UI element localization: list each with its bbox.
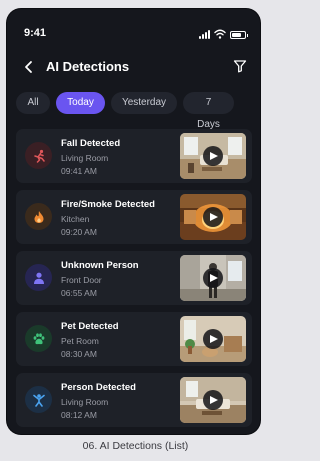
person-icon	[25, 264, 52, 291]
detection-time: 09:41 AM	[61, 166, 97, 176]
detection-room: Living Room	[61, 153, 109, 163]
detection-title: Fire/Smoke Detected	[61, 199, 155, 210]
video-thumbnail[interactable]	[180, 316, 246, 362]
header: AI Detections	[7, 56, 260, 78]
detection-time: 08:30 AM	[61, 349, 97, 359]
detection-title: Pet Detected	[61, 321, 119, 332]
person-arms-up-icon	[25, 386, 52, 413]
tab-today[interactable]: Today	[56, 92, 105, 114]
detection-time: 08:12 AM	[61, 410, 97, 420]
play-icon[interactable]	[203, 146, 223, 166]
detection-room: Front Door	[61, 275, 102, 285]
tab-yesterday[interactable]: Yesterday	[111, 92, 177, 114]
date-filter-tabs: All Today Yesterday 7 Days	[16, 92, 234, 130]
status-time: 9:41	[24, 27, 47, 39]
detection-room: Kitchen	[61, 214, 90, 224]
detection-card[interactable]: Unknown Person Front Door 06:55 AM	[16, 251, 252, 305]
paw-icon	[25, 325, 52, 352]
detection-time: 06:55 AM	[61, 288, 97, 298]
play-icon[interactable]	[203, 207, 223, 227]
detection-card[interactable]: Fire/Smoke Detected Kitchen 09:20 AM	[16, 190, 252, 244]
play-icon[interactable]	[203, 268, 223, 288]
video-thumbnail[interactable]	[180, 255, 246, 301]
screen-caption: 06. AI Detections (List)	[82, 440, 189, 452]
detection-title: Person Detected	[61, 382, 136, 393]
detection-time: 09:20 AM	[61, 227, 97, 237]
flame-icon	[25, 203, 52, 230]
tab-7-days[interactable]: 7 Days	[183, 92, 234, 130]
detection-title: Fall Detected	[61, 138, 121, 149]
play-icon[interactable]	[203, 329, 223, 349]
detection-title: Unknown Person	[61, 260, 139, 271]
detection-card[interactable]: Person Detected Living Room 08:12 AM	[16, 373, 252, 427]
detection-room: Pet Room	[61, 336, 99, 346]
detection-card[interactable]: Pet Detected Pet Room 08:30 AM	[16, 312, 252, 366]
chevron-left-icon[interactable]	[22, 59, 36, 75]
status-icons	[199, 29, 248, 39]
video-thumbnail[interactable]	[180, 194, 246, 240]
battery-icon	[230, 31, 248, 39]
person-falling-icon	[25, 142, 52, 169]
signal-icon	[199, 30, 210, 39]
status-bar: 9:41	[7, 9, 260, 39]
wifi-icon	[214, 29, 226, 39]
filter-icon[interactable]	[233, 59, 247, 73]
page-title: AI Detections	[46, 59, 130, 74]
detection-card[interactable]: Fall Detected Living Room 09:41 AM	[16, 129, 252, 183]
video-thumbnail[interactable]	[180, 133, 246, 179]
tab-all[interactable]: All	[16, 92, 50, 114]
detection-room: Living Room	[61, 397, 109, 407]
phone-screen: 9:41 AI Detections All Today Yesterday 7…	[7, 9, 260, 434]
play-icon[interactable]	[203, 390, 223, 410]
video-thumbnail[interactable]	[180, 377, 246, 423]
